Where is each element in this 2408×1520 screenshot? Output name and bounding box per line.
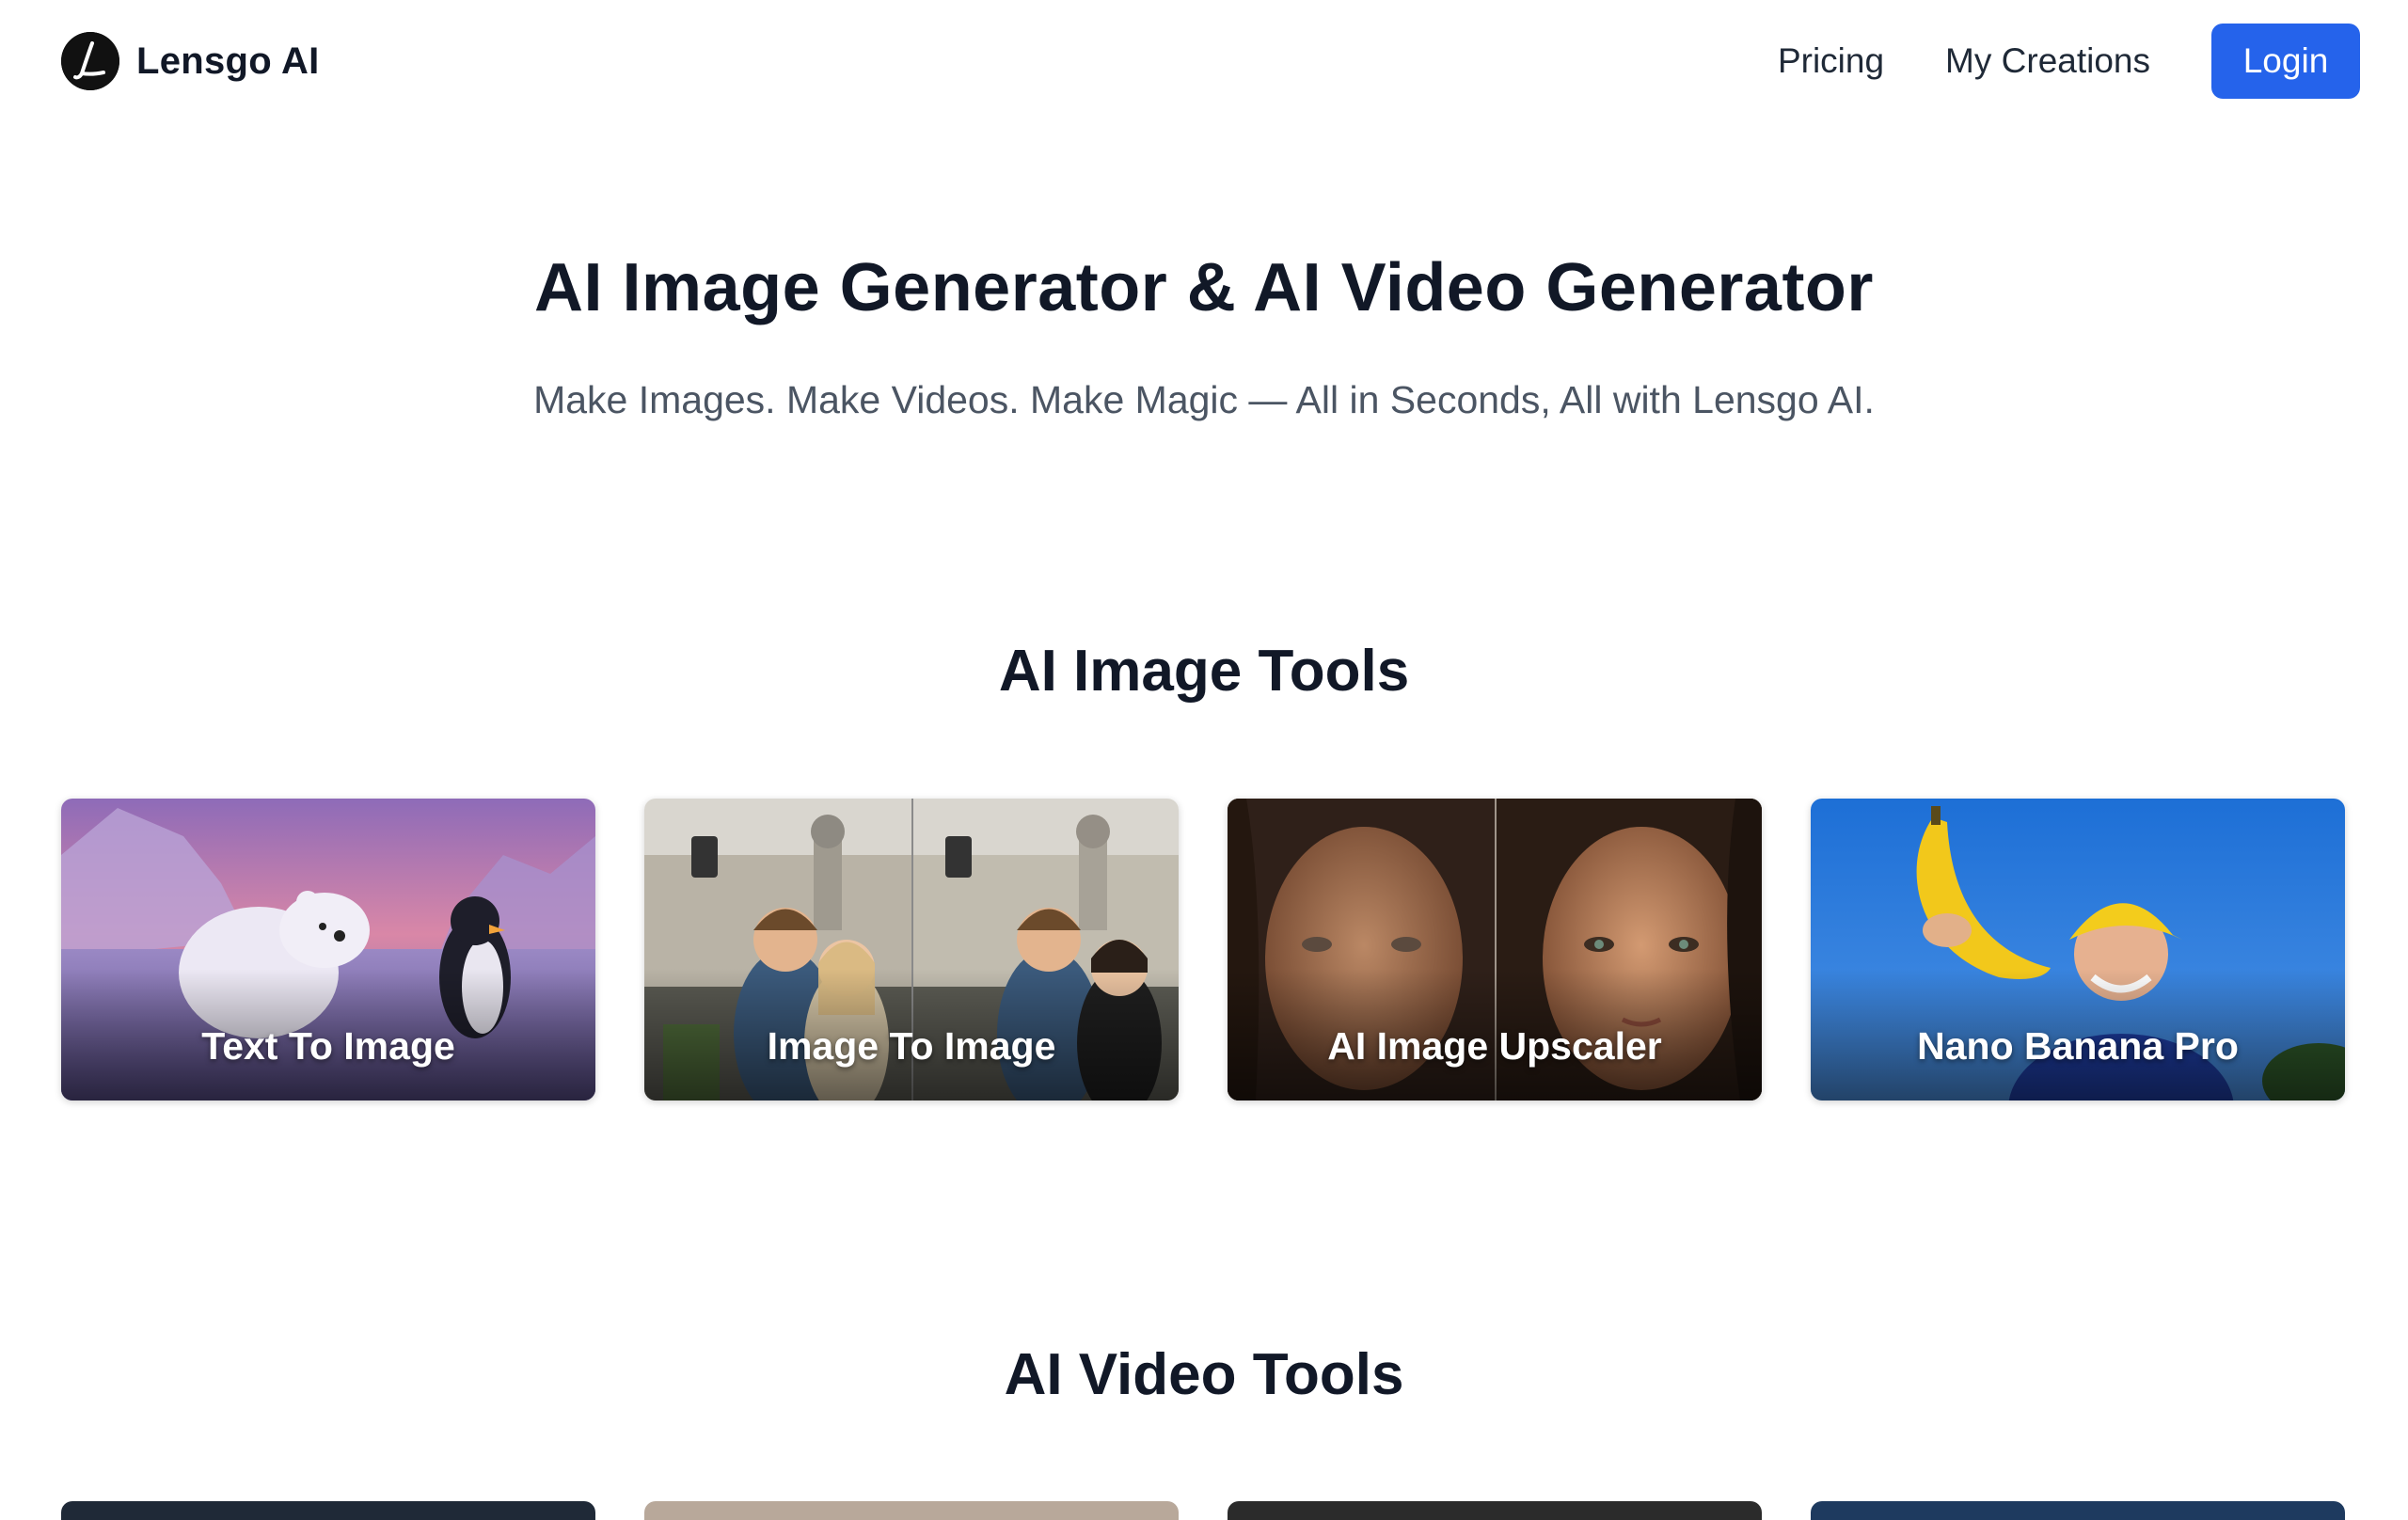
nav-my-creations-link[interactable]: My Creations: [1945, 41, 2150, 81]
video-tool-card[interactable]: [644, 1501, 1179, 1520]
tool-card-ai-image-upscaler[interactable]: AI Image Upscaler: [1228, 799, 1762, 1100]
tool-card-label: Text To Image: [201, 1024, 455, 1068]
site-header: Lensgo AI Pricing My Creations Login: [0, 0, 2408, 122]
hero-subtitle: Make Images. Make Videos. Make Magic — A…: [533, 378, 1875, 421]
tool-card-label: Nano Banana Pro: [1917, 1024, 2239, 1068]
video-tool-card[interactable]: [1811, 1501, 2345, 1520]
video-tool-card[interactable]: [1228, 1501, 1762, 1520]
image-tools-grid: Text To Image Image To Image AI Image Up…: [61, 799, 2347, 1100]
lensgo-logo-icon: [61, 32, 119, 90]
tool-card-nano-banana-pro[interactable]: Nano Banana Pro: [1811, 799, 2345, 1100]
brand-name: Lensgo AI: [136, 40, 320, 82]
tool-card-text-to-image[interactable]: Text To Image: [61, 799, 595, 1100]
hero-title: AI Image Generator & AI Video Generator: [534, 250, 1874, 325]
tool-card-image-to-image[interactable]: Image To Image: [644, 799, 1179, 1100]
login-button[interactable]: Login: [2211, 24, 2360, 99]
tool-card-label: AI Image Upscaler: [1327, 1024, 1662, 1068]
top-nav: Pricing My Creations Login: [1778, 24, 2360, 99]
video-tools-grid: [61, 1501, 2347, 1520]
brand[interactable]: Lensgo AI: [61, 32, 320, 90]
nav-pricing-link[interactable]: Pricing: [1778, 41, 1884, 81]
video-tool-card[interactable]: [61, 1501, 595, 1520]
video-tools-title: AI Video Tools: [1004, 1342, 1404, 1407]
tool-card-label: Image To Image: [767, 1024, 1056, 1068]
image-tools-title: AI Image Tools: [998, 639, 1410, 704]
